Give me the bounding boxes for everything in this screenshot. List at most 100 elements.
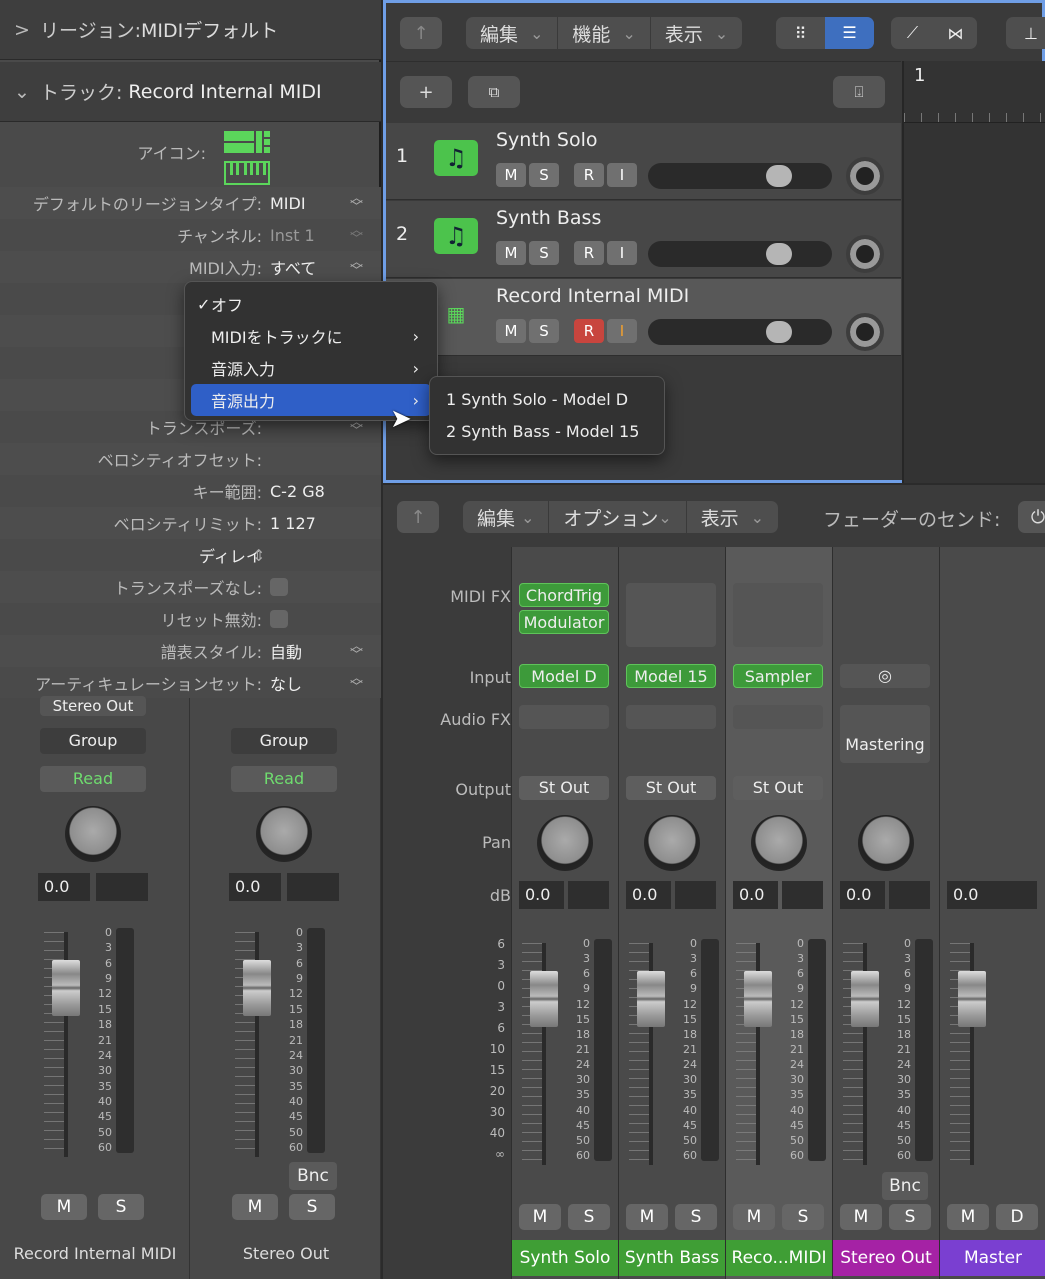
input-slot[interactable]: Model D xyxy=(519,664,609,688)
pan-knob[interactable] xyxy=(846,157,884,195)
volume-value[interactable]: 0.0 xyxy=(733,881,778,909)
track-header[interactable]: 2 ♫ Synth Bass M S R I xyxy=(386,201,901,278)
parameter-row[interactable]: キー範囲: C-2 G8 xyxy=(0,475,381,507)
record-button[interactable]: R xyxy=(574,241,604,265)
volume-value[interactable]: 0.0 xyxy=(38,873,90,901)
solo-button[interactable]: S xyxy=(529,241,559,265)
volume-fader[interactable] xyxy=(958,971,986,1027)
catch-icon[interactable]: ⊥ xyxy=(1006,17,1045,49)
track-name[interactable]: Synth Solo xyxy=(496,129,597,151)
volume-fader[interactable] xyxy=(851,971,879,1027)
functions-menu[interactable]: 機能 ⌄ xyxy=(558,17,651,49)
solo-button[interactable]: S xyxy=(529,319,559,343)
solo-button[interactable]: S xyxy=(529,163,559,187)
automation-mode[interactable]: Read xyxy=(231,766,337,792)
channel-name[interactable]: Master xyxy=(940,1240,1045,1276)
power-icon[interactable]: ⏻ xyxy=(1018,501,1045,533)
stepper-icon[interactable]: ︿ ﹀ xyxy=(350,224,363,246)
audio-fx-slot[interactable] xyxy=(519,705,609,729)
input-slot[interactable]: Model 15 xyxy=(626,664,716,688)
automation-mode[interactable]: Read xyxy=(40,766,146,792)
parameter-row[interactable]: トランスポーズなし: xyxy=(0,571,381,603)
add-track-icon[interactable]: + xyxy=(400,76,452,108)
mixer-edit-menu[interactable]: 編集 ⌄ xyxy=(463,501,550,533)
volume-slider-knob[interactable] xyxy=(766,321,792,343)
input-slot[interactable]: Sampler xyxy=(733,664,823,688)
track-header[interactable]: ▦ Record Internal MIDI M S R I xyxy=(386,279,901,356)
mute-button[interactable]: M xyxy=(496,241,526,265)
track-name[interactable]: Synth Bass xyxy=(496,207,601,229)
submenu-item[interactable]: 1 Synth Solo - Model D xyxy=(436,383,658,415)
solo-button[interactable]: S xyxy=(568,1204,610,1230)
volume-fader[interactable] xyxy=(744,971,772,1027)
stepper-icon[interactable]: ︿ ﹀ xyxy=(350,192,363,214)
mute-button[interactable]: M xyxy=(626,1204,668,1230)
record-button[interactable]: R xyxy=(574,163,604,187)
mute-button[interactable]: M xyxy=(840,1204,882,1230)
parameter-row[interactable]: ベロシティリミット: 1 127 xyxy=(0,507,381,539)
parameter-value[interactable]: なし xyxy=(270,671,381,695)
volume-fader[interactable] xyxy=(52,960,80,1016)
channel-name[interactable]: Synth Solo xyxy=(512,1240,618,1276)
pan-knob[interactable] xyxy=(537,815,593,871)
channel-name[interactable]: Reco...MIDI xyxy=(726,1240,832,1276)
volume-slider[interactable] xyxy=(648,241,832,267)
back-button[interactable]: ↑ xyxy=(400,17,442,49)
download-icon[interactable]: ⍗ xyxy=(833,76,885,108)
parameter-value[interactable]: Inst 1 xyxy=(270,226,381,245)
solo-button[interactable]: S xyxy=(782,1204,824,1230)
mute-button[interactable]: M xyxy=(947,1204,989,1230)
volume-slider-knob[interactable] xyxy=(766,165,792,187)
volume-value[interactable]: 0.0 xyxy=(229,873,281,901)
mute-button[interactable]: M xyxy=(519,1204,561,1230)
parameter-value[interactable]: 自動 xyxy=(270,639,381,663)
input-monitor-button[interactable]: I xyxy=(607,163,637,187)
mixer-options-menu[interactable]: オプション ⌄ xyxy=(549,501,687,533)
stepper-icon[interactable]: ︿ ﹀ xyxy=(350,256,363,278)
output-slot[interactable]: St Out xyxy=(626,776,716,800)
menu-item[interactable]: 音源入力 › xyxy=(191,352,431,384)
pan-knob[interactable] xyxy=(751,815,807,871)
volume-fader[interactable] xyxy=(243,960,271,1016)
volume-value[interactable]: 0.0 xyxy=(947,881,1037,909)
pan-knob[interactable] xyxy=(65,806,121,862)
list-view-icon[interactable]: ☰ xyxy=(825,17,874,49)
parameter-row[interactable]: アーティキュレーションセット: なし ︿ ﹀ xyxy=(0,667,381,699)
volume-slider-knob[interactable] xyxy=(766,243,792,265)
volume-fader[interactable] xyxy=(637,971,665,1027)
midi-fx-slot[interactable]: ChordTrig xyxy=(519,583,609,607)
input-slot[interactable]: ◎ xyxy=(840,664,930,688)
edit-menu[interactable]: 編集 ⌄ xyxy=(466,17,559,49)
solo-button[interactable]: S xyxy=(889,1204,931,1230)
solo-button[interactable]: S xyxy=(98,1194,144,1220)
menu-item[interactable]: ✓ オフ xyxy=(191,288,431,320)
mute-button[interactable]: M xyxy=(41,1194,87,1220)
checkbox[interactable] xyxy=(270,610,288,628)
parameter-value[interactable]: 1 127 xyxy=(270,514,381,533)
output-slot[interactable]: Stereo Out xyxy=(40,696,146,716)
bounce-button[interactable]: Bnc xyxy=(289,1162,337,1190)
track-header[interactable]: 1 ♫ Synth Solo M S R I xyxy=(386,123,901,200)
mute-button[interactable]: M xyxy=(496,319,526,343)
mixer-back-button[interactable]: ↑ xyxy=(397,501,439,533)
volume-slider[interactable] xyxy=(648,319,832,345)
midi-fx-slot[interactable]: Modulator xyxy=(519,610,609,634)
solo-button[interactable]: S xyxy=(675,1204,717,1230)
midi-fx-slot-empty[interactable] xyxy=(626,583,716,647)
output-slot[interactable]: St Out xyxy=(519,776,609,800)
pan-knob[interactable] xyxy=(846,235,884,273)
parameter-row[interactable]: デフォルトのリージョンタイプ: MIDI ︿ ﹀ xyxy=(0,187,381,219)
stepper-icon[interactable]: ︿ ﹀ xyxy=(350,640,363,662)
input-monitor-button[interactable]: I xyxy=(607,241,637,265)
pan-knob[interactable] xyxy=(644,815,700,871)
volume-value[interactable]: 0.0 xyxy=(840,881,885,909)
group-slot[interactable]: Group xyxy=(40,728,146,754)
record-button[interactable]: R xyxy=(574,319,604,343)
dim-button[interactable]: D xyxy=(996,1204,1038,1230)
duplicate-track-icon[interactable]: ⧉ xyxy=(468,76,520,108)
pan-knob[interactable] xyxy=(858,815,914,871)
input-monitor-button[interactable]: I xyxy=(607,319,637,343)
keyboard-track-icon[interactable] xyxy=(224,131,270,185)
checkbox[interactable] xyxy=(270,578,288,596)
menu-item[interactable]: MIDIをトラックに › xyxy=(191,320,431,352)
